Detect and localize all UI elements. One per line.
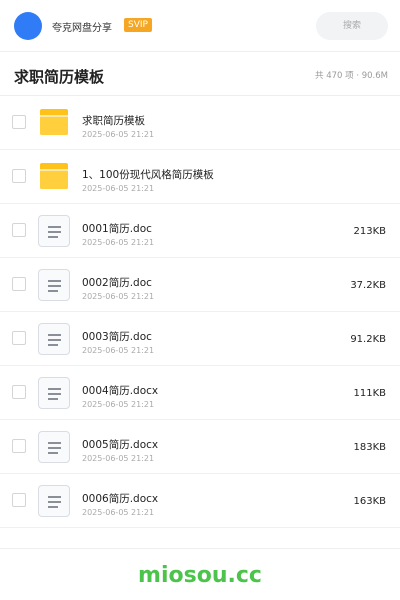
- search-input[interactable]: 搜索: [316, 12, 388, 40]
- select-checkbox[interactable]: [12, 277, 26, 291]
- page-title: 求职简历模板: [14, 68, 105, 86]
- file-row[interactable]: 0002简历.doc 2025-06-05 21:21 37.2KB: [0, 258, 400, 312]
- file-row[interactable]: 0003简历.doc 2025-06-05 21:21 91.2KB: [0, 312, 400, 366]
- document-icon: [38, 215, 70, 247]
- document-icon: [38, 377, 70, 409]
- file-list: 求职简历模板 2025-06-05 21:21 1、100份现代风格简历模板 2025…: [0, 96, 400, 528]
- title-bar: 求职简历模板 共 470 项 · 90.6M: [0, 52, 400, 96]
- user-name[interactable]: 夸克网盘分享: [52, 19, 112, 34]
- file-name[interactable]: 0005简历.docx: [82, 437, 158, 452]
- file-date: 2025-06-05 21:21: [82, 130, 155, 139]
- select-checkbox[interactable]: [12, 331, 26, 345]
- folder-icon: [38, 161, 70, 193]
- file-name[interactable]: 求职简历模板: [82, 113, 145, 128]
- file-row[interactable]: 0004简历.docx 2025-06-05 21:21 111KB: [0, 366, 400, 420]
- file-row[interactable]: 求职简历模板 2025-06-05 21:21: [0, 96, 400, 150]
- file-date: 2025-06-05 21:21: [82, 292, 155, 301]
- select-checkbox[interactable]: [12, 493, 26, 507]
- file-name[interactable]: 0004简历.docx: [82, 383, 158, 398]
- select-checkbox[interactable]: [12, 385, 26, 399]
- file-size: 163KB: [353, 496, 386, 507]
- top-header: 夸克网盘分享 SVIP 搜索: [0, 0, 400, 52]
- file-date: 2025-06-05 21:21: [82, 454, 155, 463]
- file-name[interactable]: 1、100份现代风格简历模板: [82, 167, 214, 182]
- file-date: 2025-06-05 21:21: [82, 346, 155, 355]
- file-row[interactable]: 0006简历.docx 2025-06-05 21:21 163KB: [0, 474, 400, 528]
- file-name[interactable]: 0002简历.doc: [82, 275, 152, 290]
- document-icon: [38, 269, 70, 301]
- select-checkbox[interactable]: [12, 169, 26, 183]
- file-row[interactable]: 0001简历.doc 2025-06-05 21:21 213KB: [0, 204, 400, 258]
- footer: miosou.cc: [0, 548, 400, 600]
- file-date: 2025-06-05 21:21: [82, 238, 155, 247]
- brand-watermark[interactable]: miosou.cc: [0, 563, 400, 588]
- select-checkbox[interactable]: [12, 223, 26, 237]
- file-size: 91.2KB: [350, 334, 386, 345]
- file-name[interactable]: 0003简历.doc: [82, 329, 152, 344]
- file-size: 213KB: [353, 226, 386, 237]
- file-name[interactable]: 0001简历.doc: [82, 221, 152, 236]
- file-date: 2025-06-05 21:21: [82, 400, 155, 409]
- select-checkbox[interactable]: [12, 439, 26, 453]
- file-row[interactable]: 1、100份现代风格简历模板 2025-06-05 21:21: [0, 150, 400, 204]
- document-icon: [38, 485, 70, 517]
- file-size: 183KB: [353, 442, 386, 453]
- item-count: 共 470 项 · 90.6M: [315, 71, 388, 81]
- document-icon: [38, 431, 70, 463]
- file-size: 37.2KB: [350, 280, 386, 291]
- file-date: 2025-06-05 21:21: [82, 508, 155, 517]
- file-size: 111KB: [353, 388, 386, 399]
- avatar[interactable]: [14, 12, 42, 40]
- document-icon: [38, 323, 70, 355]
- folder-icon: [38, 107, 70, 139]
- select-checkbox[interactable]: [12, 115, 26, 129]
- file-row[interactable]: 0005简历.docx 2025-06-05 21:21 183KB: [0, 420, 400, 474]
- svip-badge: SVIP: [124, 18, 152, 32]
- file-name[interactable]: 0006简历.docx: [82, 491, 158, 506]
- file-date: 2025-06-05 21:21: [82, 184, 155, 193]
